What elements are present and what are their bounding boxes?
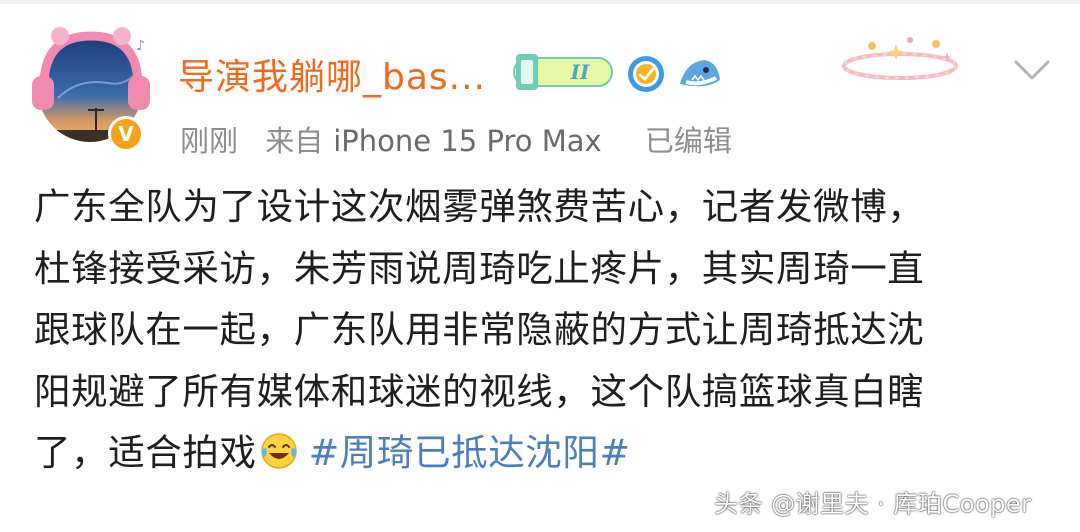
post-line: 广东全队为了设计这次烟雾弹煞费苦心，记者发微博， — [34, 185, 925, 228]
post-line: 跟球队在一起，广东队用非常隐蔽的方式让周琦抵达沈 — [34, 308, 925, 351]
post-device[interactable]: iPhone 15 Pro Max — [333, 124, 601, 158]
post-line: 了，适合拍戏 — [34, 431, 257, 474]
level-badge-icon: II — [513, 54, 613, 90]
avatar[interactable]: ♪ V — [30, 24, 152, 154]
headphones-icon: ♪ — [32, 27, 150, 110]
post-edited[interactable]: 已编辑 — [645, 124, 732, 158]
post-line: 阳规避了所有媒体和球迷的视线，这个队搞篮球真白瞎 — [34, 369, 925, 413]
post-source-prefix: 来自 — [265, 124, 324, 158]
post-line: 杜锋接受采访，朱芳雨说周琦吃止疼片，其实周琦一直 — [34, 246, 925, 290]
level-badge-text: II — [570, 60, 590, 84]
top-divider — [0, 0, 1080, 4]
v-verified-icon: V — [108, 116, 144, 152]
username[interactable]: 导演我躺哪_bas... — [178, 48, 486, 100]
laughing-tears-emoji-icon — [260, 433, 297, 469]
chevron-down-icon[interactable] — [1012, 56, 1052, 84]
post-time: 刚刚 — [180, 124, 239, 158]
post-meta: 刚刚 来自 iPhone 15 Pro Max 已编辑 — [180, 118, 750, 160]
sparkle-decoration-icon — [842, 37, 958, 80]
shark-icon — [680, 60, 720, 87]
hashtag-link[interactable]: #周琦已抵达沈阳# — [309, 431, 631, 474]
post-last-line: 了，适合拍戏 #周琦已抵达沈阳# — [34, 422, 1054, 484]
post-content: 广东全队为了设计这次烟雾弹煞费苦心，记者发微博， 杜锋接受采访，朱芳雨说周琦吃止… — [34, 176, 1054, 484]
svg-text:♪: ♪ — [136, 38, 145, 54]
watermark: 头条 @谢里夫 · 库珀Cooper — [714, 490, 1032, 518]
shield-verify-icon — [628, 56, 664, 92]
